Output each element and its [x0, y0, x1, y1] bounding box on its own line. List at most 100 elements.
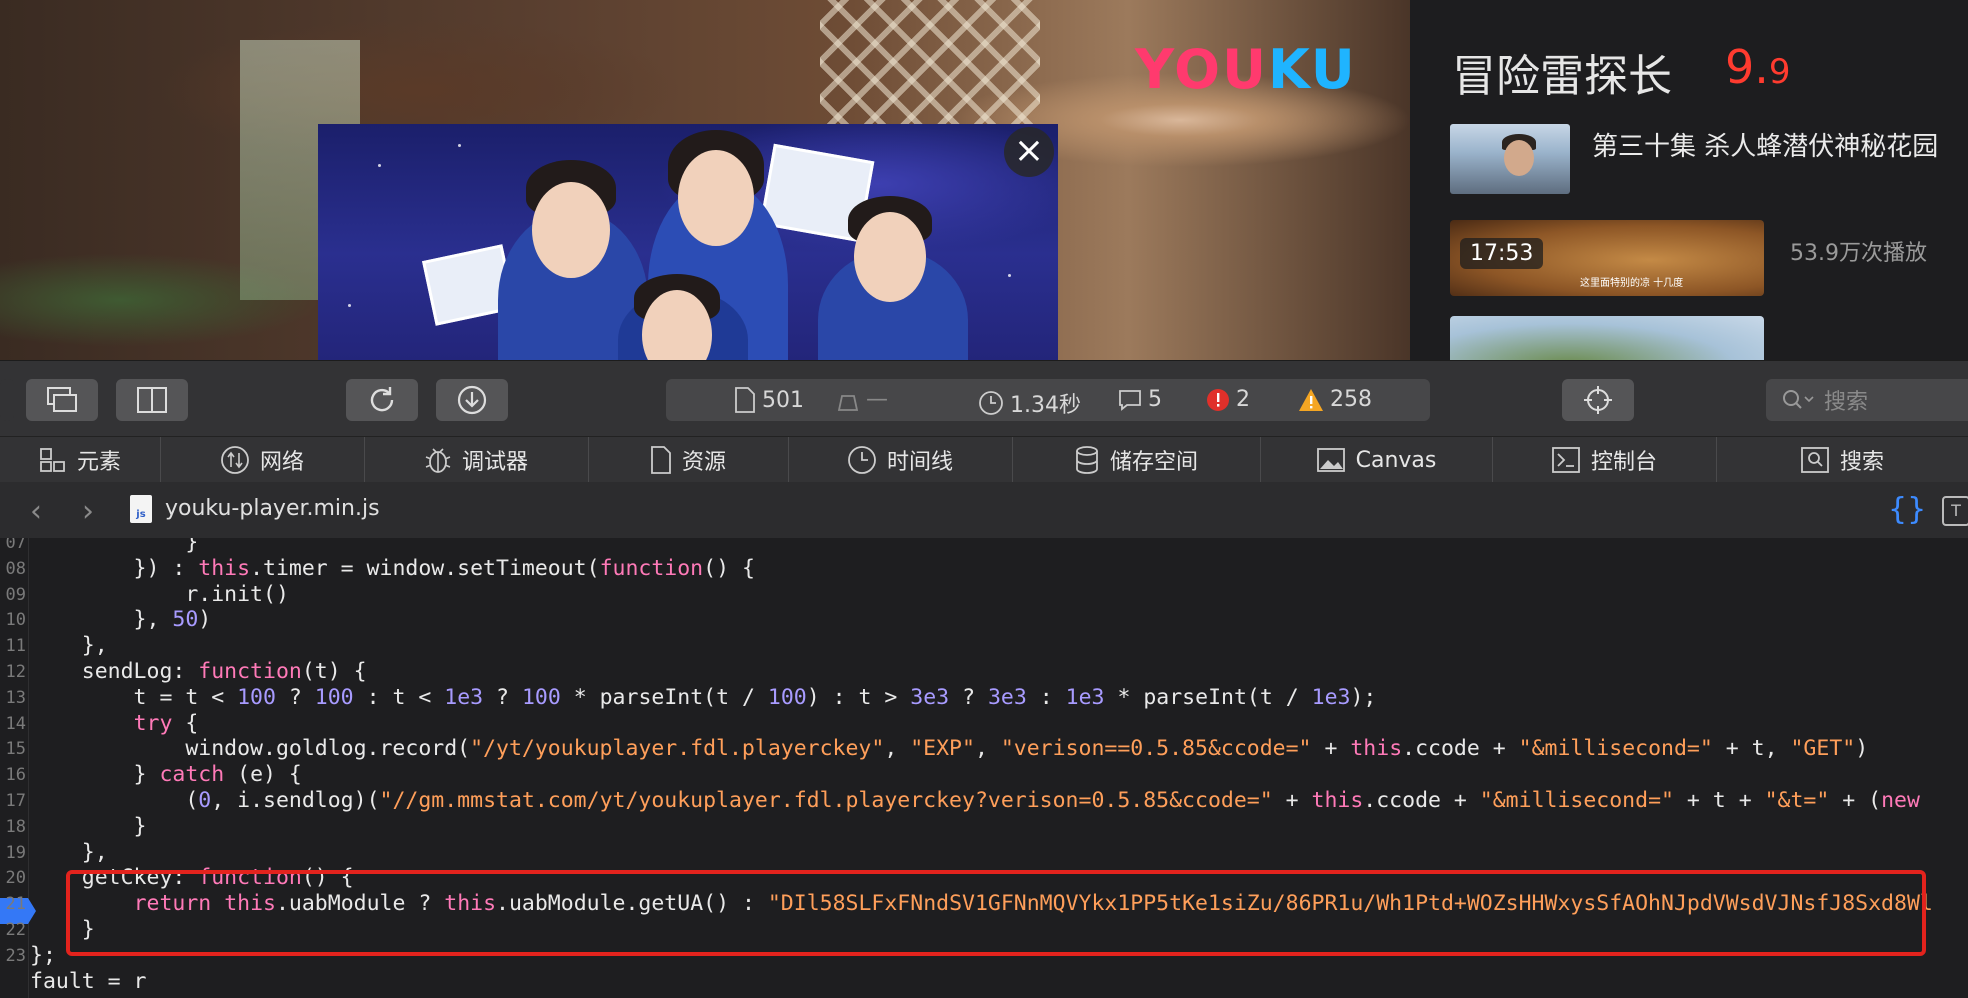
- gutter-divider: [28, 538, 29, 998]
- line-number[interactable]: 15: [0, 739, 26, 759]
- code-line: },: [30, 839, 108, 865]
- code-line: }: [30, 538, 199, 555]
- episode-thumbnail[interactable]: [1450, 124, 1570, 194]
- line-number[interactable]: 08: [0, 559, 26, 579]
- line-number[interactable]: 22: [0, 920, 26, 940]
- code-line: window.goldlog.record("/yt/youkuplayer.f…: [30, 736, 1869, 762]
- file-name[interactable]: youku-player.min.js: [165, 496, 380, 521]
- line-number[interactable]: 12: [0, 662, 26, 682]
- message-icon: [1119, 389, 1141, 411]
- line-number[interactable]: 09: [0, 585, 26, 605]
- load-time-status[interactable]: 1.34秒: [978, 387, 1081, 419]
- code-line: t = t < 100 ? 100 : t < 1e3 ? 100 * pars…: [30, 684, 1377, 710]
- source-code-editor[interactable]: 07 } 08 }) : this.timer = window.setTimeo…: [0, 538, 1968, 998]
- element-picker-button[interactable]: [1562, 379, 1634, 421]
- console-icon: [1552, 447, 1580, 473]
- search-icon: [1801, 447, 1829, 473]
- recommended-video-views: 53.9万次播放: [1790, 241, 1927, 266]
- line-number[interactable]: 07: [0, 538, 26, 553]
- download-icon: [457, 385, 487, 415]
- recommended-video-thumbnail-2[interactable]: [1450, 316, 1764, 360]
- line-number[interactable]: 23: [0, 946, 26, 966]
- image-icon: [1316, 448, 1345, 472]
- youku-logo: YOUKU: [1135, 38, 1357, 101]
- show-title: 冒险雷探长: [1452, 51, 1672, 102]
- document-icon: [651, 446, 671, 474]
- weight-icon: [837, 394, 859, 411]
- line-number[interactable]: 19: [0, 843, 26, 863]
- video-player[interactable]: YOUKU ×: [0, 0, 1410, 360]
- code-line: };: [30, 942, 56, 968]
- tab-debugger[interactable]: 调试器: [364, 437, 589, 483]
- dock-side-button[interactable]: [116, 379, 188, 421]
- download-button[interactable]: [436, 379, 508, 421]
- code-line: getCkey: function() {: [30, 865, 354, 891]
- warnings-status[interactable]: 258: [1298, 387, 1372, 412]
- line-number[interactable]: 20: [0, 868, 26, 888]
- logs-status[interactable]: 5: [1118, 387, 1162, 412]
- code-line: } catch (e) {: [30, 762, 302, 788]
- warning-icon: [1299, 388, 1323, 411]
- text-type-button[interactable]: T: [1942, 496, 1968, 526]
- tab-canvas[interactable]: Canvas: [1260, 437, 1493, 483]
- devtools-toolbar: 501 — 1.34秒 5 2 258 搜索: [0, 360, 1968, 437]
- crosshair-icon: [1584, 386, 1612, 414]
- reload-icon: [370, 387, 394, 412]
- tab-timeline[interactable]: 时间线: [788, 437, 1013, 483]
- tab-elements[interactable]: 元素: [0, 437, 161, 483]
- episode-title[interactable]: 第三十集 杀人蜂潜伏神秘花园: [1592, 126, 1938, 163]
- line-number[interactable]: 16: [0, 765, 26, 785]
- error-icon: [1207, 388, 1229, 411]
- tab-resources[interactable]: 资源: [588, 437, 789, 483]
- recommended-video-thumbnail[interactable]: 17:53 这里面特别的凉 十几度: [1450, 220, 1764, 296]
- search-icon: [1783, 390, 1814, 409]
- back-arrow-icon[interactable]: ‹: [30, 494, 42, 529]
- code-line: sendLog: function(t) {: [30, 659, 367, 684]
- line-number[interactable]: 18: [0, 817, 26, 837]
- video-background-lattice: [820, 0, 1040, 140]
- network-icon: [221, 446, 249, 474]
- code-line: },: [30, 633, 108, 659]
- resources-status[interactable]: 501: [734, 387, 804, 413]
- clock-icon: [848, 446, 876, 474]
- detach-window-icon: [47, 387, 77, 412]
- code-line: }: [30, 917, 95, 942]
- code-line: }) : this.timer = window.setTimeout(func…: [30, 555, 755, 581]
- show-score: 9.9: [1725, 40, 1791, 94]
- code-line: }, 50): [30, 607, 212, 633]
- line-number[interactable]: 10: [0, 610, 26, 630]
- clock-icon: [979, 391, 1003, 415]
- search-input[interactable]: 搜索: [1766, 379, 1968, 421]
- errors-status[interactable]: 2: [1206, 387, 1250, 412]
- forward-arrow-icon[interactable]: ›: [82, 494, 94, 529]
- tab-network[interactable]: 网络: [160, 437, 365, 483]
- elements-icon: [40, 448, 65, 472]
- dock-side-icon: [137, 387, 167, 413]
- devtools-tab-bar: 元素 网络 调试器 资源 时间线 储存空间 Canvas 控制台 搜索: [0, 436, 1968, 484]
- file-path-bar: ‹ › js youku-player.min.js {} T: [0, 482, 1968, 539]
- transfer-status[interactable]: —: [836, 387, 888, 412]
- bug-icon: [425, 448, 451, 473]
- tab-search[interactable]: 搜索: [1716, 437, 1968, 483]
- video-duration: 17:53: [1460, 238, 1544, 269]
- tab-console[interactable]: 控制台: [1492, 437, 1717, 483]
- ad-popup[interactable]: [318, 124, 1058, 360]
- reload-button[interactable]: [346, 379, 418, 421]
- tab-storage[interactable]: 储存空间: [1012, 437, 1261, 483]
- line-number[interactable]: 21: [0, 894, 26, 914]
- code-line: }: [30, 813, 147, 839]
- code-line: r.init(): [30, 581, 289, 607]
- status-summary: 501 — 1.34秒 5 2 258: [666, 379, 1430, 421]
- line-number[interactable]: 11: [0, 636, 26, 656]
- line-number[interactable]: 13: [0, 688, 26, 708]
- code-line: fault = r: [30, 968, 147, 994]
- line-number[interactable]: 14: [0, 714, 26, 734]
- js-file-icon: js: [130, 495, 152, 523]
- pretty-print-button[interactable]: {}: [1888, 492, 1926, 527]
- detach-window-button[interactable]: [26, 379, 98, 421]
- ad-close-button[interactable]: ×: [1004, 127, 1054, 177]
- collapse-edge: [0, 379, 14, 421]
- line-number[interactable]: 17: [0, 791, 26, 811]
- code-line: return this.uabModule ? this.uabModule.g…: [133, 891, 1933, 917]
- video-caption: 这里面特别的凉 十几度: [1580, 278, 1684, 289]
